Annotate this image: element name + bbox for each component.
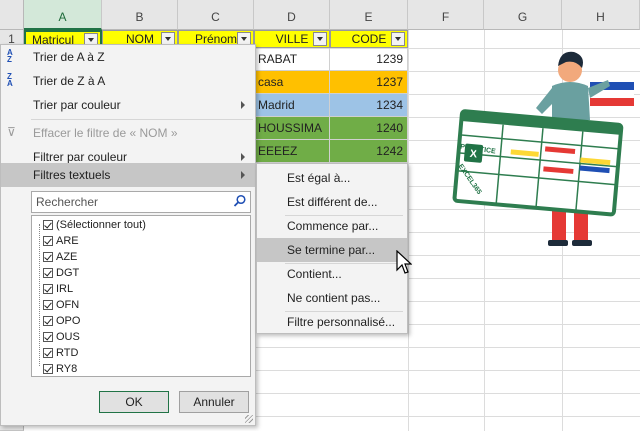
menu-text-filters-label: Filtres textuels: [33, 168, 111, 182]
filter-value-label: RTD: [56, 347, 79, 359]
ok-button[interactable]: OK: [99, 391, 169, 413]
menu-sort-by-color-label: Trier par couleur: [33, 98, 121, 112]
filter-value-item[interactable]: AZE: [43, 250, 78, 265]
submenu-not-contains[interactable]: Ne contient pas...: [257, 286, 407, 310]
filter-value-item[interactable]: OFN: [43, 298, 80, 313]
menu-sort-za[interactable]: Trier de Z à A: [1, 69, 255, 93]
ville-cell[interactable]: RABAT: [254, 48, 330, 71]
ville-cell[interactable]: Madrid: [254, 94, 330, 117]
column-header-f[interactable]: F: [408, 0, 484, 30]
column-header-d[interactable]: D: [254, 0, 330, 30]
code-cell[interactable]: 1239: [330, 48, 408, 71]
submenu-equals[interactable]: Est égal à...: [257, 166, 407, 190]
filter-value-item[interactable]: IRL: [43, 282, 74, 297]
header-cell-code[interactable]: CODE: [330, 30, 408, 48]
submenu-arrow-icon: [241, 101, 245, 109]
filter-value-item[interactable]: RTD: [43, 346, 79, 361]
column-header-c[interactable]: C: [178, 0, 254, 30]
filter-values-list[interactable]: (Sélectionner tout) ARE AZE DGT IRL OFN …: [31, 215, 251, 377]
filter-value-item[interactable]: (Sélectionner tout): [43, 218, 146, 233]
resize-grip-icon[interactable]: [245, 415, 253, 423]
column-header-e[interactable]: E: [330, 0, 408, 30]
filter-value-label: (Sélectionner tout): [56, 219, 146, 231]
code-cell[interactable]: 1242: [330, 140, 408, 163]
search-input[interactable]: [31, 191, 251, 213]
filter-value-label: OPO: [56, 315, 81, 327]
header-label-ville: VILLE: [275, 32, 309, 46]
filter-value-label: IRL: [56, 283, 74, 295]
menu-sort-by-color[interactable]: Trier par couleur: [1, 93, 255, 117]
filter-value-label: OUS: [56, 331, 80, 343]
column-header-a[interactable]: A: [24, 0, 102, 30]
code-cell[interactable]: 1237: [330, 71, 408, 94]
checkbox-icon[interactable]: [43, 316, 53, 326]
ville-cell[interactable]: casa: [254, 71, 330, 94]
text-filters-submenu: Est égal à... Est différent de... Commen…: [256, 163, 408, 334]
submenu-custom-filter[interactable]: Filtre personnalisé...: [257, 310, 407, 334]
checkbox-icon[interactable]: [43, 252, 53, 262]
checkbox-icon[interactable]: [43, 268, 53, 278]
checkbox-icon[interactable]: [43, 284, 53, 294]
code-cell[interactable]: 1234: [330, 94, 408, 117]
filter-value-item[interactable]: RY8: [43, 362, 78, 377]
cancel-button[interactable]: Annuler: [179, 391, 249, 413]
column-header-g[interactable]: G: [484, 0, 562, 30]
submenu-arrow-icon: [241, 171, 245, 179]
menu-clear-filter: Effacer le filtre de « NOM »: [33, 126, 178, 140]
menu-filter-by-color-label: Filtrer par couleur: [33, 150, 128, 164]
tree-line: [39, 224, 40, 366]
filter-value-item[interactable]: DGT: [43, 266, 80, 281]
checkbox-icon[interactable]: [43, 220, 53, 230]
filter-dropdown-code[interactable]: [391, 32, 405, 46]
submenu-not-equals[interactable]: Est différent de...: [257, 190, 407, 214]
filter-value-item[interactable]: OPO: [43, 314, 81, 329]
checkbox-icon[interactable]: [43, 348, 53, 358]
column-header-h[interactable]: H: [562, 0, 640, 30]
ville-cell[interactable]: HOUSSIMA: [254, 117, 330, 140]
header-cell-ville[interactable]: VILLE: [254, 30, 330, 48]
filter-dropdown-ville[interactable]: [313, 32, 327, 46]
search-icon: [233, 194, 247, 208]
checkbox-icon[interactable]: [43, 332, 53, 342]
filter-value-label: RY8: [56, 363, 78, 375]
submenu-arrow-icon: [241, 153, 245, 161]
select-all-corner[interactable]: [0, 0, 24, 30]
code-cell[interactable]: 1240: [330, 117, 408, 140]
filter-value-item[interactable]: OUS: [43, 330, 80, 345]
submenu-contains[interactable]: Contient...: [257, 262, 407, 286]
filter-menu: AZ Trier de A à Z ZA Trier de Z à A Trie…: [0, 44, 256, 426]
mouse-cursor-icon: [396, 250, 412, 274]
filter-value-label: AZE: [56, 251, 78, 263]
column-header-b[interactable]: B: [102, 0, 178, 30]
submenu-ends-with[interactable]: Se termine par...: [257, 238, 407, 262]
filter-value-item[interactable]: ARE: [43, 234, 79, 249]
filter-value-label: ARE: [56, 235, 79, 247]
ville-cell[interactable]: EEEEZ: [254, 140, 330, 163]
checkbox-icon[interactable]: [43, 364, 53, 374]
checkbox-icon[interactable]: [43, 236, 53, 246]
filter-value-label: DGT: [56, 267, 80, 279]
checkbox-icon[interactable]: [43, 300, 53, 310]
submenu-begins-with[interactable]: Commence par...: [257, 214, 407, 238]
header-label-code: CODE: [351, 32, 387, 46]
menu-text-filters[interactable]: Filtres textuels: [1, 163, 255, 187]
filter-value-label: OFN: [56, 299, 80, 311]
menu-sort-az[interactable]: Trier de A à Z: [1, 45, 255, 69]
